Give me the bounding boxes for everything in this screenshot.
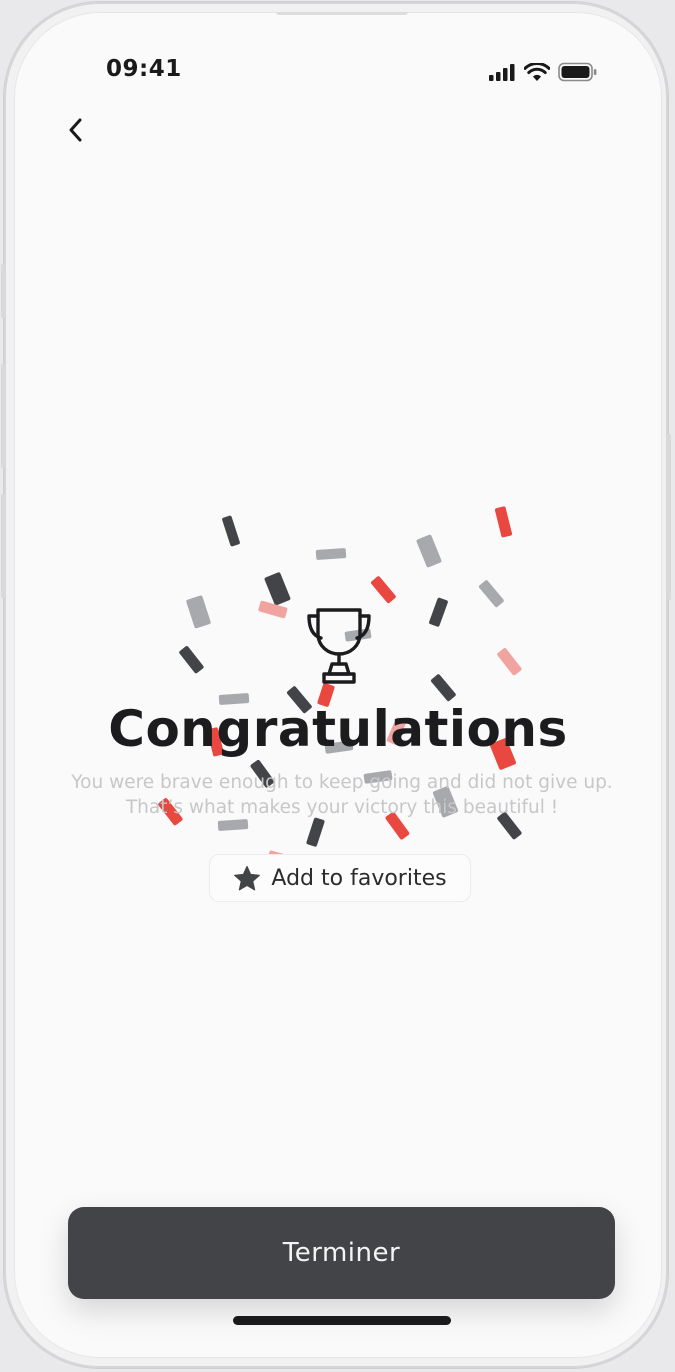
volume-up-button xyxy=(1,364,6,468)
terminer-button-label: Terminer xyxy=(282,1238,401,1268)
congratulations-subtitle: You were brave enough to keep going and … xyxy=(71,772,613,818)
star-icon xyxy=(234,865,261,890)
terminer-button[interactable]: Terminer xyxy=(68,1207,615,1299)
mute-switch xyxy=(1,264,6,318)
congratulations-title: Congratulations xyxy=(108,700,568,758)
home-indicator xyxy=(233,1316,451,1325)
trophy-icon xyxy=(307,608,371,684)
phone-frame: 09:41 Congratulations You were brave eno… xyxy=(1,2,671,1368)
volume-down-button xyxy=(1,494,6,598)
add-to-favorites-label: Add to favorites xyxy=(271,865,447,891)
add-to-favorites-button[interactable]: Add to favorites xyxy=(209,854,471,902)
power-button xyxy=(666,434,671,600)
screen: 09:41 Congratulations You were brave eno… xyxy=(14,12,662,1358)
